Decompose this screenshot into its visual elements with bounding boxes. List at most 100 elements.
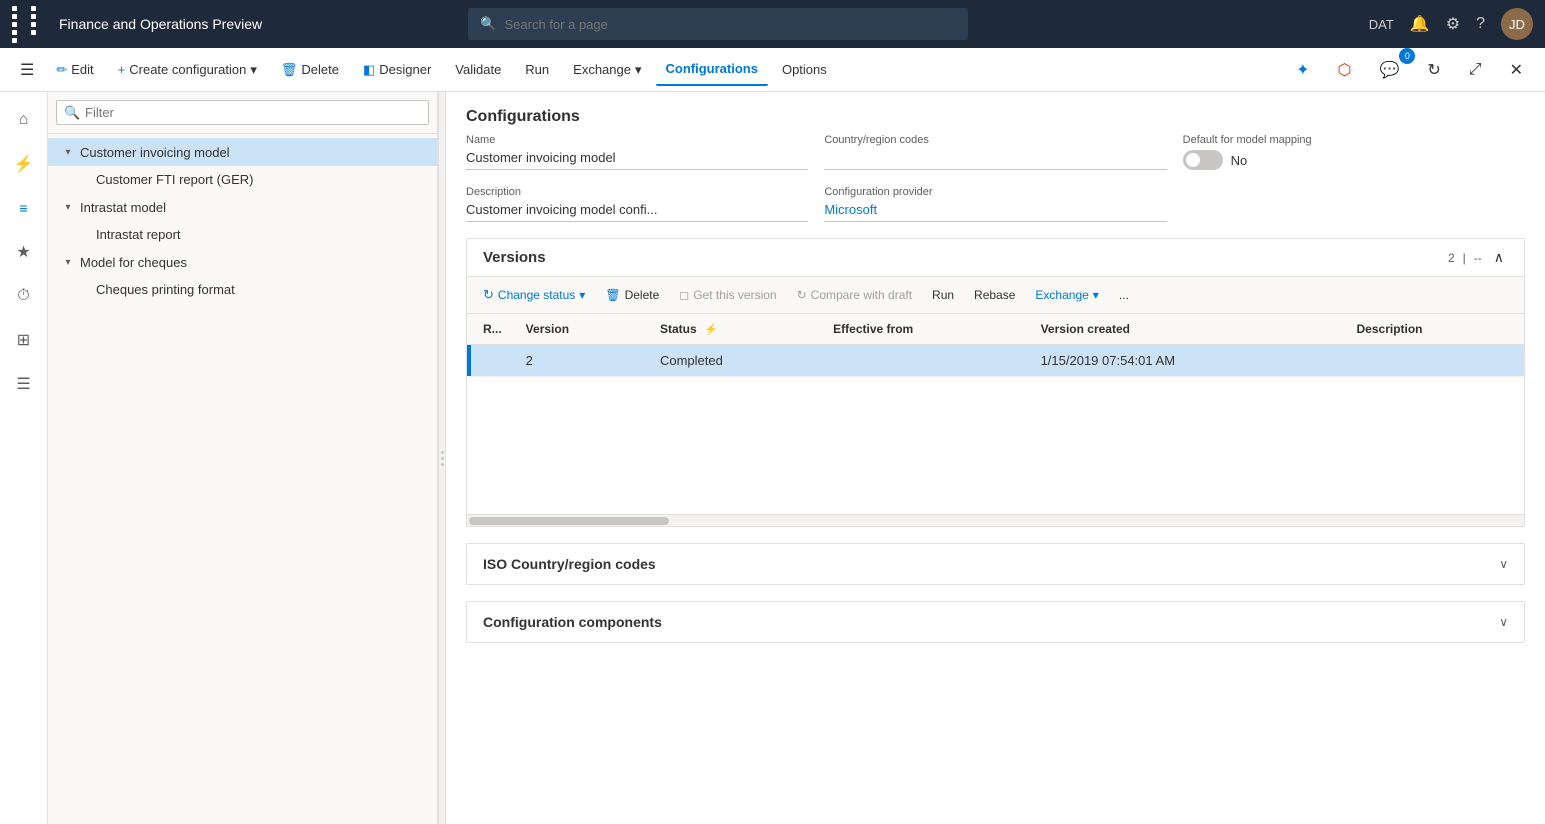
close-button[interactable]: ✕ (1500, 54, 1533, 86)
global-search-input[interactable] (505, 17, 957, 32)
tree-item-intrastat-report[interactable]: Intrastat report (48, 221, 437, 248)
hamburger-button[interactable]: ☰ (12, 54, 42, 86)
components-section-header[interactable]: Configuration components ∨ (467, 602, 1524, 642)
apps-grid-icon[interactable] (12, 6, 47, 43)
country-codes-label: Country/region codes (824, 134, 1166, 146)
filter-search-icon: 🔍 (64, 105, 80, 121)
description-label: Description (466, 186, 808, 198)
splitter-dots (441, 451, 444, 466)
edit-icon: ✏ (56, 62, 67, 78)
country-codes-value (824, 150, 1166, 170)
default-mapping-toggle[interactable] (1183, 150, 1223, 170)
avatar[interactable]: JD (1501, 8, 1533, 40)
versions-collapse-button[interactable]: ∧ (1490, 249, 1508, 266)
chevron-down-icon: ▾ (60, 199, 76, 215)
notification-icon[interactable]: 🔔 (1410, 14, 1430, 34)
tree-panel: 🔍 ▾ Customer invoicing model Customer FT… (48, 92, 438, 824)
versions-controls: 2 | -- ∧ (1448, 249, 1508, 266)
change-status-button[interactable]: ↻ Change status ▾ (475, 283, 593, 307)
default-mapping-field: Default for model mapping No (1183, 134, 1525, 170)
designer-icon: ◧ (363, 62, 375, 78)
main-layout: ⌂ ⚡ ≡ ★ ⏱ ⊞ ☰ 🔍 ▾ Customer invoicing mod… (0, 92, 1545, 824)
exchange-button[interactable]: Exchange ▾ (563, 54, 651, 86)
configurations-tab[interactable]: Configurations (656, 54, 768, 86)
home-icon[interactable]: ⌂ (4, 100, 44, 140)
components-section: Configuration components ∨ (466, 601, 1525, 643)
filter-icon[interactable]: ⚡ (4, 144, 44, 184)
compare-draft-button[interactable]: ↻ Compare with draft (789, 284, 920, 306)
tree-item-cheques-format[interactable]: Cheques printing format (48, 276, 437, 303)
panel-splitter[interactable] (438, 92, 446, 824)
provider-field: Configuration provider Microsoft (824, 186, 1166, 222)
run-button[interactable]: Run (515, 54, 559, 86)
chevron-down-icon: ▾ (60, 144, 76, 160)
designer-button[interactable]: ◧ Designer (353, 54, 441, 86)
components-section-title: Configuration components (483, 614, 662, 630)
status-filter-icon[interactable]: ⚡ (704, 324, 718, 336)
grid-icon[interactable]: ⊞ (4, 320, 44, 360)
versions-exchange-button[interactable]: Exchange ▾ (1027, 284, 1106, 306)
options-button[interactable]: Options (772, 54, 837, 86)
help-icon[interactable]: ? (1476, 15, 1485, 33)
table-row[interactable]: 2 Completed 1/15/2019 07:54:01 AM (467, 345, 1524, 377)
iso-section: ISO Country/region codes ∨ (466, 543, 1525, 585)
versions-toolbar: ↻ Change status ▾ 🗑 Delete ◻ Get this ve… (467, 277, 1524, 314)
status-cell: Completed (648, 345, 821, 377)
versions-section: Versions 2 | -- ∧ ↻ Change status ▾ 🗑 De… (466, 238, 1525, 527)
chevron-down-icon: ▾ (60, 254, 76, 270)
versions-run-button[interactable]: Run (924, 284, 962, 306)
col-status: Status ⚡ (648, 314, 821, 345)
versions-delete-button[interactable]: 🗑 Delete (597, 284, 667, 306)
versions-delete-icon: 🗑 (605, 288, 620, 302)
default-mapping-label: Default for model mapping (1183, 134, 1525, 146)
modules-icon[interactable]: ☰ (4, 364, 44, 404)
clock-icon[interactable]: ⏱ (4, 276, 44, 316)
tree-item-model-cheques[interactable]: ▾ Model for cheques (48, 248, 437, 276)
top-nav-right: DAT 🔔 ⚙ ? JD (1369, 8, 1533, 40)
tree-filter-input[interactable] (56, 100, 429, 125)
office-button[interactable]: ⬡ (1327, 54, 1361, 86)
settings-icon[interactable]: ⚙ (1446, 14, 1460, 34)
effective-from-cell (821, 345, 1028, 377)
env-label: DAT (1369, 17, 1394, 32)
iso-section-header[interactable]: ISO Country/region codes ∨ (467, 544, 1524, 584)
version-created-cell: 1/15/2019 07:54:01 AM (1029, 345, 1345, 377)
list-icon[interactable]: ≡ (4, 188, 44, 228)
versions-title: Versions (483, 249, 546, 266)
global-search[interactable]: 🔍 (468, 8, 968, 40)
create-config-button[interactable]: + Create configuration ▾ (108, 54, 267, 86)
col-version-created: Version created (1029, 314, 1345, 345)
expand-button[interactable]: ⤢ (1459, 54, 1492, 86)
tree-item-customer-invoicing[interactable]: ▾ Customer invoicing model (48, 138, 437, 166)
col-effective-from: Effective from (821, 314, 1028, 345)
toggle-knob (1186, 153, 1200, 167)
compare-icon: ↻ (797, 288, 807, 302)
provider-value: Microsoft (824, 202, 1166, 222)
message-count: 0 (1399, 48, 1415, 64)
edit-button[interactable]: ✏ Edit (46, 54, 103, 86)
col-version[interactable]: Version (514, 314, 648, 345)
command-bar: ☰ ✏ Edit + Create configuration ▾ 🗑 Dele… (0, 48, 1545, 92)
name-field: Name Customer invoicing model (466, 134, 808, 170)
tree-item-customer-fti[interactable]: Customer FTI report (GER) (48, 166, 437, 193)
delete-button[interactable]: 🗑 Delete (271, 54, 349, 86)
col-row: R... (471, 314, 514, 345)
personalize-button[interactable]: ✦ (1286, 54, 1319, 86)
default-mapping-value: No (1231, 153, 1248, 168)
favorites-icon[interactable]: ★ (4, 232, 44, 272)
versions-dash: -- (1474, 251, 1482, 265)
versions-more-button[interactable]: ... (1111, 284, 1137, 306)
horizontal-scrollbar[interactable] (467, 514, 1524, 526)
get-version-button[interactable]: ◻ Get this version (671, 284, 784, 306)
rebase-button[interactable]: Rebase (966, 284, 1023, 306)
provider-link[interactable]: Microsoft (824, 202, 877, 217)
name-value: Customer invoicing model (466, 150, 808, 170)
validate-button[interactable]: Validate (445, 54, 511, 86)
exchange-chevron-icon: ▾ (1093, 288, 1099, 302)
tree-item-intrastat-model[interactable]: ▾ Intrastat model (48, 193, 437, 221)
scrollbar-thumb[interactable] (469, 517, 669, 525)
cmd-right-actions: ✦ ⬡ 💬 0 ↻ ⤢ ✕ (1286, 54, 1533, 86)
tree-filter: 🔍 (48, 92, 437, 134)
versions-sep: | (1463, 251, 1466, 265)
refresh-button[interactable]: ↻ (1417, 54, 1450, 86)
